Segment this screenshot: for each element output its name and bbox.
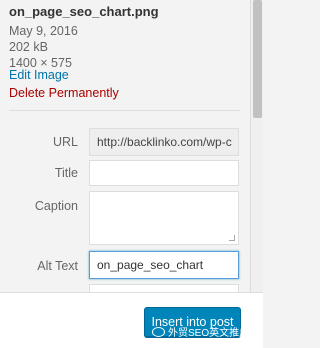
alt-text-label: Alt Text	[37, 259, 78, 273]
url-label: URL	[52, 135, 78, 149]
watermark-text: 外贸SEO英文推广	[168, 328, 250, 339]
attachment-date: May 9, 2016	[9, 24, 78, 38]
watermark: 外贸SEO英文推广	[152, 324, 249, 339]
attachment-details-panel: on_page_seo_chart.png May 9, 2016 202 kB…	[0, 0, 250, 294]
resize-handle-icon[interactable]	[229, 235, 237, 243]
wechat-icon	[152, 326, 165, 337]
scrollbar[interactable]	[250, 0, 263, 292]
caption-textarea[interactable]	[89, 191, 239, 245]
divider	[9, 110, 240, 111]
url-field[interactable]: http://backlinko.com/wp-c	[89, 128, 239, 156]
attachment-size: 202 kB	[9, 40, 48, 54]
attachment-filename: on_page_seo_chart.png	[9, 4, 159, 19]
scrollbar-thumb[interactable]	[253, 0, 262, 118]
edit-image-link[interactable]: Edit Image	[9, 68, 69, 82]
caption-label: Caption	[34, 199, 78, 213]
alt-text-field[interactable]: on_page_seo_chart	[89, 251, 239, 279]
title-field[interactable]	[89, 160, 239, 186]
delete-permanently-link[interactable]: Delete Permanently	[9, 86, 119, 100]
title-label: Title	[54, 166, 78, 180]
